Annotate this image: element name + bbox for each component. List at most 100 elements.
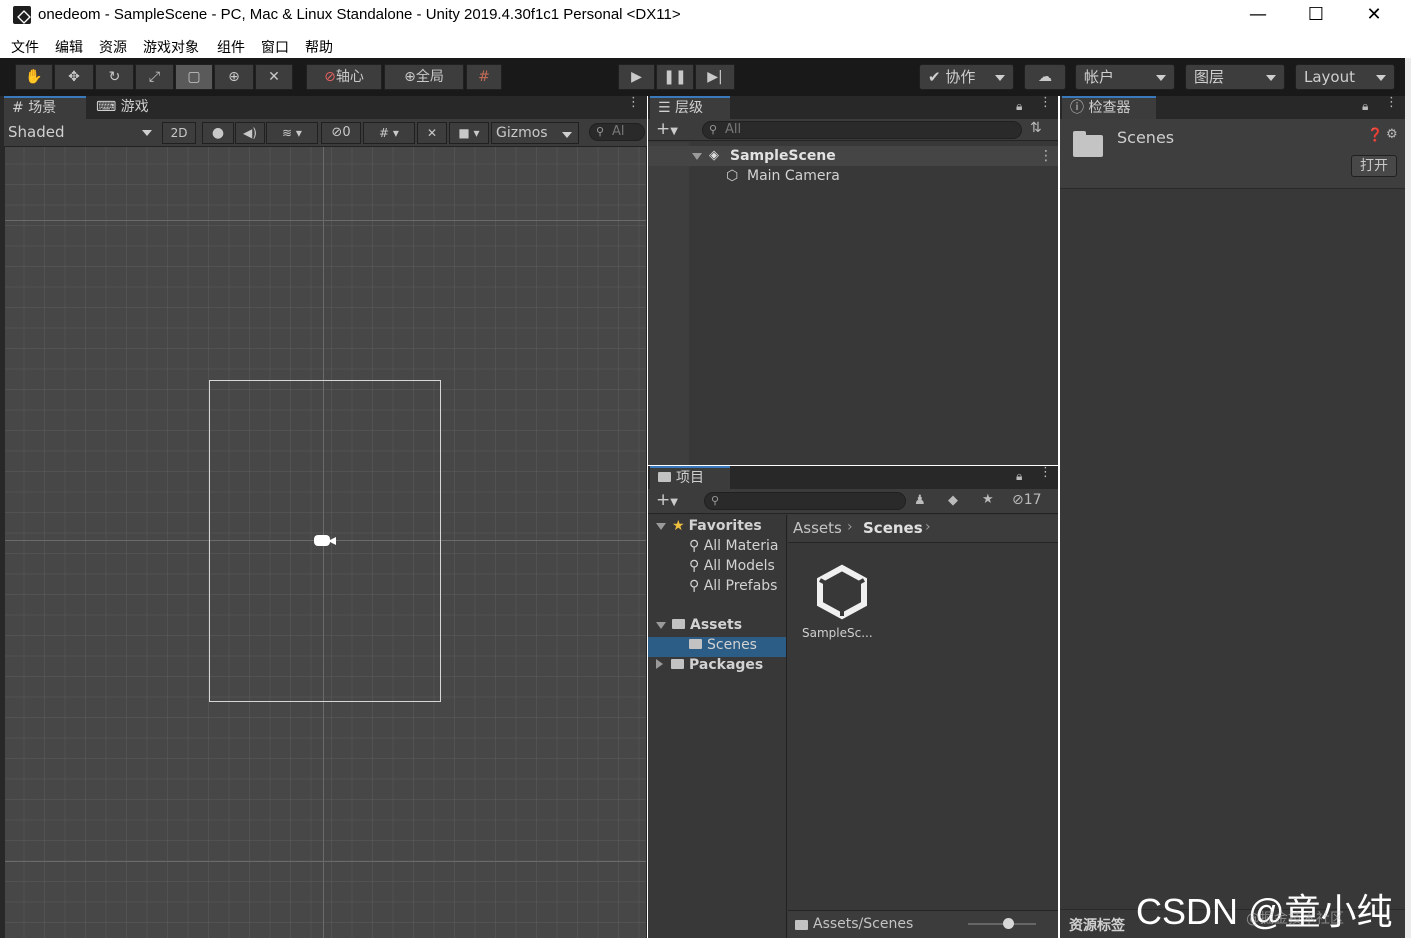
more-icon[interactable]: ⋮ bbox=[1039, 146, 1053, 166]
scale-tool-button[interactable]: ⤢ bbox=[135, 64, 174, 90]
unity-logo-icon bbox=[814, 564, 870, 620]
tab-project[interactable]: 项目 bbox=[650, 466, 730, 489]
lock-icon[interactable]: 🔒︎ bbox=[1016, 99, 1030, 114]
chevron-down-icon bbox=[1266, 75, 1276, 81]
more-icon[interactable]: ⋮ bbox=[1039, 96, 1052, 109]
layers-label: 图层 bbox=[1194, 68, 1225, 86]
sort-icon[interactable]: ⇅ bbox=[1030, 120, 1042, 136]
layout-dropdown[interactable]: Layout bbox=[1295, 64, 1395, 90]
menu-assets[interactable]: 资源 bbox=[99, 37, 127, 57]
more-icon[interactable]: ⋮ bbox=[1039, 466, 1052, 479]
hidden-objects-toggle[interactable]: ⊘0 bbox=[321, 122, 361, 144]
tree-favorite-item[interactable]: ⚲ All Models bbox=[689, 558, 775, 574]
close-button[interactable]: ✕ bbox=[1362, 4, 1386, 26]
gizmos-dropdown[interactable]: Gizmos bbox=[491, 122, 579, 144]
menu-component[interactable]: 组件 bbox=[217, 37, 245, 57]
transform-tool-button[interactable]: ⊕ bbox=[214, 64, 254, 90]
collab-dropdown[interactable]: ✔ 协作 bbox=[919, 64, 1014, 90]
menu-help[interactable]: 帮助 bbox=[305, 37, 333, 57]
global-toggle[interactable]: ⊕全局 bbox=[384, 64, 464, 90]
rotate-tool-button[interactable]: ↻ bbox=[95, 64, 134, 90]
collapse-arrow-icon[interactable] bbox=[656, 659, 663, 669]
camera-gizmo-icon[interactable] bbox=[312, 531, 338, 549]
project-toolbar: +▼ ⚲ ♟ ◆ ★ ⊘17 bbox=[648, 489, 1058, 514]
hand-tool-button[interactable]: ✋ bbox=[15, 64, 53, 90]
gizmos-label: Gizmos bbox=[496, 125, 548, 141]
hidden-packages-toggle[interactable]: ⊘17 bbox=[1012, 492, 1042, 508]
window-title: onedeom - SampleScene - PC, Mac & Linux … bbox=[38, 6, 681, 23]
folder-icon bbox=[795, 920, 808, 930]
step-button[interactable]: ▶| bbox=[695, 64, 735, 90]
camera-dropdown[interactable]: ■ ▾ bbox=[449, 122, 489, 144]
search-by-type-icon[interactable]: ♟ bbox=[914, 493, 926, 508]
asset-item-scene[interactable]: SampleSc... bbox=[802, 560, 876, 660]
create-dropdown[interactable]: +▼ bbox=[656, 490, 678, 510]
create-dropdown[interactable]: +▼ bbox=[656, 119, 678, 139]
lighting-toggle[interactable]: ● bbox=[202, 122, 234, 144]
open-button[interactable]: 打开 bbox=[1351, 155, 1397, 177]
rect-transform-icon: ▢ bbox=[187, 69, 201, 85]
transform-icon: ⊕ bbox=[228, 69, 240, 85]
tab-hierarchy[interactable]: ☰ 层级 bbox=[650, 96, 730, 119]
tab-scene[interactable]: # 场景 bbox=[4, 96, 86, 119]
scene-search-input[interactable]: ⚲ Al bbox=[589, 123, 645, 141]
pause-button[interactable]: ❚❚ bbox=[656, 64, 694, 90]
hierarchy-item[interactable]: ⬡ Main Camera bbox=[648, 166, 1058, 186]
play-button[interactable]: ▶ bbox=[618, 64, 655, 90]
tab-game[interactable]: ⌨ 游戏 bbox=[88, 96, 168, 119]
cloud-button[interactable]: ☁ bbox=[1024, 64, 1066, 90]
tree-packages[interactable]: Packages bbox=[656, 657, 763, 673]
inspector-header: Scenes ❓ ⚙ 打开 bbox=[1060, 119, 1405, 189]
more-icon[interactable]: ⋮ bbox=[1385, 96, 1398, 109]
custom-tool-button[interactable]: ✕ bbox=[255, 64, 293, 90]
icon-size-slider[interactable] bbox=[968, 923, 1036, 925]
rect-tool-button[interactable]: ▢ bbox=[175, 64, 213, 90]
help-icon[interactable]: ❓ bbox=[1367, 128, 1383, 143]
menu-edit[interactable]: 编辑 bbox=[55, 37, 83, 57]
effects-icon: ≋ ▾ bbox=[282, 126, 302, 140]
shading-mode-dropdown[interactable]: Shaded bbox=[8, 123, 156, 143]
tree-favorite-item[interactable]: ⚲ All Materia bbox=[689, 538, 779, 554]
check-icon: ✔ bbox=[928, 68, 941, 86]
pivot-toggle[interactable]: ⊘轴心 bbox=[306, 64, 382, 90]
hierarchy-search-input[interactable]: ⚲ All bbox=[702, 121, 1022, 139]
minimize-button[interactable]: — bbox=[1246, 4, 1270, 26]
toggle-2d-button[interactable]: 2D bbox=[162, 122, 196, 144]
layout-label: Layout bbox=[1304, 68, 1355, 86]
scene-viewport[interactable] bbox=[5, 147, 646, 938]
layers-dropdown[interactable]: 图层 bbox=[1185, 64, 1285, 90]
maximize-button[interactable]: ☐ bbox=[1304, 4, 1328, 26]
lock-icon[interactable]: 🔒︎ bbox=[1362, 99, 1376, 114]
menu-gameobject[interactable]: 游戏对象 bbox=[143, 37, 199, 57]
label-tag-icon[interactable]: ◆ bbox=[948, 493, 958, 508]
watermark-juejin: @掘金技术社区 bbox=[1246, 911, 1344, 927]
lock-icon[interactable]: 🔒︎ bbox=[1016, 469, 1030, 484]
move-tool-button[interactable]: ✥ bbox=[54, 64, 94, 90]
breadcrumb-scenes[interactable]: Scenes bbox=[863, 519, 923, 537]
tree-favorite-item[interactable]: ⚲ All Prefabs bbox=[689, 578, 777, 594]
breadcrumb-assets[interactable]: Assets bbox=[793, 519, 842, 537]
account-dropdown[interactable]: 帐户 bbox=[1075, 64, 1175, 90]
effects-dropdown[interactable]: ≋ ▾ bbox=[266, 122, 318, 144]
expand-arrow-icon[interactable] bbox=[656, 523, 666, 530]
icon-size-slider-thumb[interactable] bbox=[1003, 918, 1014, 929]
tree-assets[interactable]: Assets bbox=[656, 617, 742, 633]
grid-dropdown[interactable]: # ▾ bbox=[363, 122, 415, 144]
tab-inspector[interactable]: ⓘ 检查器 bbox=[1062, 96, 1156, 119]
menu-file[interactable]: 文件 bbox=[11, 37, 39, 57]
tree-favorites[interactable]: ★ Favorites bbox=[656, 518, 762, 534]
favorite-star-icon[interactable]: ★ bbox=[982, 492, 994, 507]
audio-toggle[interactable]: ◀) bbox=[235, 122, 265, 144]
grid-snap-button[interactable]: # bbox=[466, 64, 502, 90]
expand-arrow-icon[interactable] bbox=[656, 622, 666, 629]
tools-toggle[interactable]: ✕ bbox=[417, 122, 447, 144]
project-search-input[interactable]: ⚲ bbox=[704, 492, 906, 510]
search-icon: ⚲ bbox=[689, 558, 700, 574]
gear-icon[interactable]: ⚙ bbox=[1386, 127, 1398, 142]
more-icon[interactable]: ⋮ bbox=[627, 96, 640, 109]
hierarchy-search-placeholder: All bbox=[725, 122, 742, 137]
scene-row[interactable]: ◈ SampleScene ⋮ bbox=[648, 146, 1058, 166]
tree-scenes-selected[interactable]: Scenes bbox=[648, 637, 786, 657]
menu-window[interactable]: 窗口 bbox=[261, 37, 289, 57]
expand-arrow-icon[interactable] bbox=[692, 153, 702, 160]
